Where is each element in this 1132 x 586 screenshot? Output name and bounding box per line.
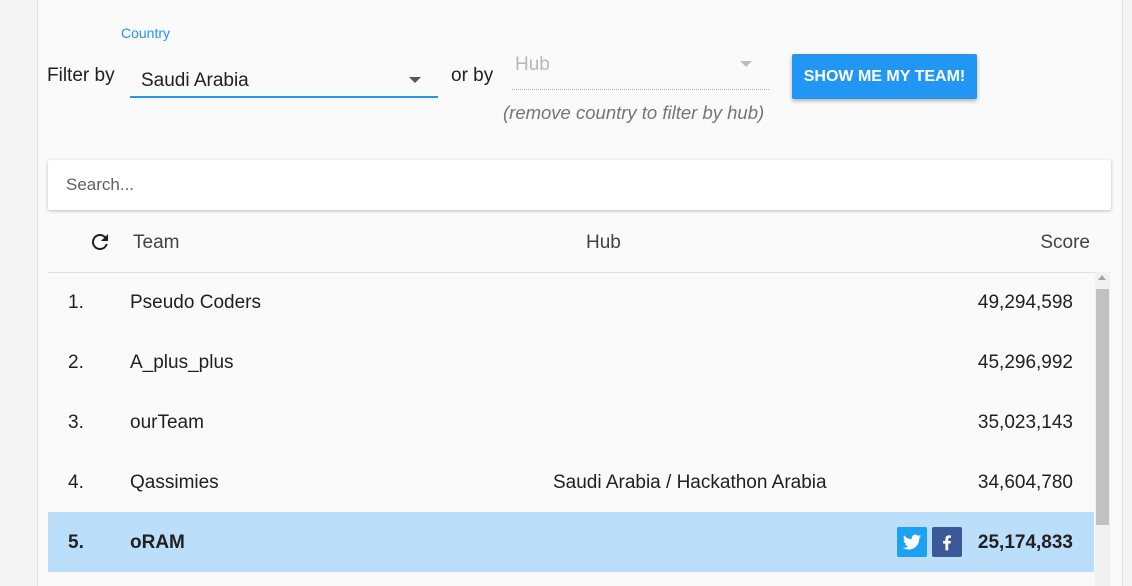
- row-team: oRAM: [130, 532, 185, 553]
- scrollbar-thumb[interactable]: [1096, 289, 1109, 525]
- row-team: Pseudo Coders: [130, 292, 261, 313]
- row-team: A_plus_plus: [130, 352, 234, 373]
- twitter-icon[interactable]: [897, 527, 927, 557]
- row-rank: 5.: [68, 532, 84, 553]
- hub-hint-text: (remove country to filter by hub): [503, 102, 765, 123]
- row-rank: 2.: [68, 352, 84, 373]
- row-score: 34,604,780: [977, 472, 1073, 493]
- column-header-score[interactable]: Score: [1040, 232, 1090, 254]
- search-box: [48, 160, 1111, 210]
- table-row[interactable]: 1. Pseudo Coders 49,294,598: [48, 272, 1094, 332]
- refresh-icon[interactable]: [88, 230, 112, 254]
- row-score: 45,296,992: [977, 352, 1073, 373]
- show-my-team-button[interactable]: SHOW ME MY TEAM!: [792, 54, 977, 99]
- table-row[interactable]: 4. Qassimies Saudi Arabia / Hackathon Ar…: [48, 452, 1094, 512]
- search-input[interactable]: [48, 160, 1111, 210]
- row-rank: 1.: [68, 292, 84, 313]
- scroll-up-arrow-icon[interactable]: [1098, 275, 1106, 280]
- scrollbar[interactable]: [1095, 272, 1110, 586]
- row-score: 35,023,143: [977, 412, 1073, 433]
- table-row-highlighted[interactable]: 5. oRAM 25,174,833: [48, 512, 1094, 572]
- country-field-label: Country: [121, 25, 171, 41]
- row-score: 25,174,833: [977, 532, 1073, 553]
- table-row[interactable]: 3. ourTeam 35,023,143: [48, 392, 1094, 452]
- row-team: ourTeam: [130, 412, 204, 433]
- country-select-value: Saudi Arabia: [141, 70, 249, 91]
- table-row[interactable]: 2. A_plus_plus 45,296,992: [48, 332, 1094, 392]
- table-header: Team Hub Score: [48, 222, 1111, 273]
- hub-select-placeholder: Hub: [515, 54, 550, 75]
- filter-by-label: Filter by: [47, 65, 115, 86]
- row-rank: 3.: [68, 412, 84, 433]
- row-score: 49,294,598: [977, 292, 1073, 313]
- hub-select[interactable]: Hub: [512, 48, 769, 90]
- row-hub: Saudi Arabia / Hackathon Arabia: [553, 472, 827, 493]
- leaderboard-rows: 1. Pseudo Coders 49,294,598 2. A_plus_pl…: [48, 272, 1094, 586]
- chevron-down-icon: [740, 61, 752, 67]
- column-header-hub[interactable]: Hub: [586, 232, 621, 254]
- row-team: Qassimies: [130, 472, 219, 493]
- country-select[interactable]: Saudi Arabia: [130, 62, 438, 98]
- chevron-down-icon: [409, 77, 421, 83]
- facebook-icon[interactable]: [932, 527, 962, 557]
- or-by-label: or by: [451, 65, 494, 86]
- column-header-team[interactable]: Team: [133, 232, 179, 254]
- row-rank: 4.: [68, 472, 84, 493]
